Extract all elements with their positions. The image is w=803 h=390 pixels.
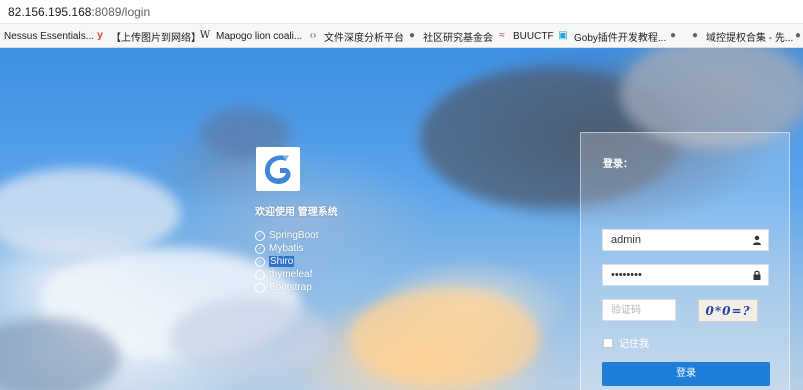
check-circle-icon: ✓ [255,282,265,293]
globe-icon: ● [794,30,802,41]
login-panel: 登录： 0*0=? 记住我 登录 [580,132,790,390]
login-button[interactable]: 登录 [602,362,770,386]
tech-list: ✓ SpringBoot ✓ Mybatis ✓ Shiro ✓ thymele… [255,229,318,294]
bookmark-nessus[interactable]: Nessus Essentials... [4,28,94,44]
bookmark-globe-end[interactable]: ● [792,28,803,44]
tech-label: Bootstrap [269,282,312,293]
list-item: ✓ thymeleaf [255,268,318,281]
bookmark-mapogo[interactable]: W Mapogo lion coali... [199,28,302,44]
captcha-image[interactable]: 0*0=? [698,299,758,322]
bookmark-community-foundation[interactable]: ● 社区研究基金会 [406,28,493,44]
cloud-decoration [350,288,540,388]
buuctf-icon: ≈ [499,30,505,41]
bookmark-label: 【上传图片到网络】 [111,32,201,44]
list-item: ✓ Shiro [255,255,318,268]
list-item: ✓ SpringBoot [255,229,318,242]
globe-icon: ● [691,30,699,41]
logo-swirl-icon [264,155,291,184]
globe-icon: ● [669,30,677,41]
remember-checkbox[interactable] [603,337,613,348]
wikipedia-icon: W [199,30,211,41]
bookmark-label: BUUCTF [513,30,554,42]
bookmark-file-analysis[interactable]: ‹› 文件深度分析平台 [307,28,404,44]
app-logo [256,147,300,191]
captcha-field[interactable] [602,299,676,321]
list-item: ✓ Mybatis [255,242,318,255]
cloud-decoration [170,298,330,378]
tech-label: thymeleaf [269,269,313,280]
y-icon: y [97,30,103,41]
bilibili-icon: ▣ [558,30,568,41]
username-input[interactable] [603,230,741,250]
url-text[interactable]: 82.156.195.168:8089/login [8,5,150,19]
bookmark-globe[interactable]: ● [667,28,684,44]
tech-label: SpringBoot [269,230,319,241]
username-field[interactable] [602,229,769,251]
tech-label: Mybatis [269,243,304,254]
bookmark-buuctf[interactable]: ≈ BUUCTF [496,28,554,44]
bookmark-label: Mapogo lion coali... [216,30,303,42]
bookmark-goby[interactable]: ▣ Goby插件开发教程... [557,28,666,44]
login-title: 登录： [603,159,633,170]
code-icon: ‹› [309,30,317,41]
bookmark-label: Nessus Essentials... [4,30,95,42]
remember-label: 记住我 [619,339,649,350]
remember-me[interactable]: 记住我 [603,335,649,350]
globe-icon: ● [408,30,416,41]
captcha-input[interactable] [603,300,675,321]
check-circle-icon: ✓ [255,269,265,280]
check-circle-icon: ✓ [255,256,265,267]
bookmark-upload-image[interactable]: y 【上传图片到网络】 [94,28,201,44]
bookmark-domain-escalation[interactable]: ● 域控提权合集 - 先... [689,28,793,44]
check-circle-icon: ✓ [255,230,265,241]
list-item: ✓ Bootstrap [255,281,318,294]
lock-icon [753,270,761,280]
bookmark-label: 文件深度分析平台 [324,32,404,44]
tech-label-highlighted: Shiro [269,256,295,267]
url-host: 82.156.195.168 [8,5,92,19]
password-input[interactable] [603,265,741,285]
bookmark-label: 社区研究基金会 [423,32,493,44]
address-bar[interactable]: 82.156.195.168:8089/login [0,0,803,24]
url-path: :8089/login [91,5,151,19]
check-circle-icon: ✓ [255,243,265,254]
password-field[interactable] [602,264,769,286]
cloud-decoration [0,168,180,258]
user-icon [753,235,761,245]
bookmark-label: Goby插件开发教程... [574,32,667,44]
bookmark-label: 域控提权合集 - 先... [706,32,794,44]
bookmarks-bar: Nessus Essentials... y 【上传图片到网络】 W Mapog… [0,24,803,48]
welcome-title: 欢迎使用 管理系统 [255,207,338,218]
